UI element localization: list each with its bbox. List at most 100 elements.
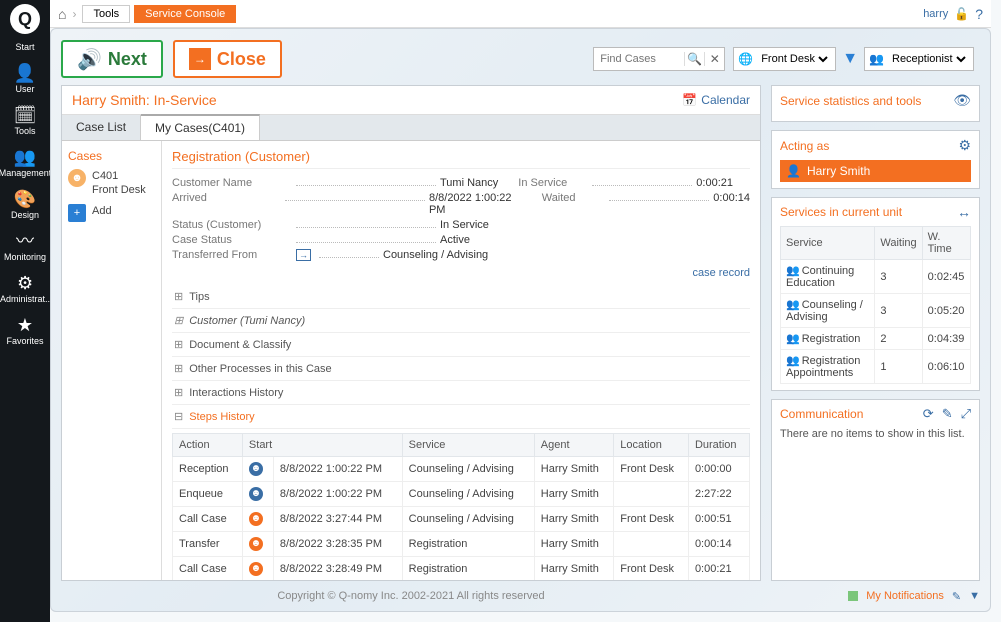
monitoring-icon: 〰 [16,232,34,250]
table-row[interactable]: 👥Registration Appointments10:06:10 [781,350,971,384]
rail-start[interactable]: Start [15,42,34,52]
table-row[interactable]: 👥Registration20:04:39 [781,328,971,350]
cell-start: 8/8/2022 3:28:49 PM [273,557,402,581]
acting-card: Acting as ⚙ Harry Smith [771,130,980,189]
role-select[interactable]: Receptionist [888,52,969,66]
k-transferred-from: Transferred From [172,249,292,261]
footer: Copyright © Q-nomy Inc. 2002-2021 All ri… [61,585,980,607]
communication-title: Communication [780,407,863,421]
next-button[interactable]: 🔊 Next [61,40,163,78]
main-panel: Harry Smith: In-Service Calendar Case Li… [61,85,761,581]
table-row[interactable]: Call Case☻8/8/2022 3:27:44 PMCounseling … [173,507,750,532]
cell-service: Counseling / Advising [402,482,534,507]
table-row[interactable]: 👥Counseling / Advising30:05:20 [781,294,971,328]
add-case-button[interactable]: + Add [68,204,155,222]
unit-select[interactable]: Front Desk [757,52,831,66]
cases-heading: Cases [68,149,155,163]
edit-notif-icon[interactable]: ✎ [952,590,961,603]
rail-start-label: Start [15,42,34,52]
services-card: Services in current unit ↔ Service Waitin… [771,197,980,391]
table-row[interactable]: Reception☻8/8/2022 1:00:22 PMCounseling … [173,457,750,482]
case-detail: Registration (Customer) Customer NameTum… [162,141,760,580]
cell-duration: 0:00:14 [688,532,749,557]
acc-customer[interactable]: Customer (Tumi Nancy) [172,309,750,333]
acc-tips[interactable]: Tips [172,285,750,309]
breadcrumb-tools[interactable]: Tools [82,5,130,23]
rail-management-label: Management [0,168,51,178]
rail-favorites[interactable]: ★Favorites [6,316,43,346]
tab-case-list[interactable]: Case List [62,115,141,140]
management-icon: 👥 [14,148,36,166]
logout-icon[interactable]: 🔓 [954,7,969,21]
cell-action: Enqueue [173,482,243,507]
clear-icon[interactable]: ✕ [704,52,724,66]
rail-monitoring[interactable]: 〰Monitoring [4,232,46,262]
acc-other-processes[interactable]: Other Processes in this Case [172,357,750,381]
rail-user[interactable]: 👤User [14,64,36,94]
cell-action: Transfer [173,532,243,557]
notifications-label[interactable]: My Notifications [866,590,944,602]
calendar-icon: 🗓 [14,106,37,124]
k-status-customer: Status (Customer) [172,219,292,231]
home-icon[interactable]: ⌂ [58,6,66,22]
services-title: Services in current unit [780,205,902,219]
services-table: Service Waiting W. Time 👥Continuing Educ… [780,226,971,384]
calendar-link[interactable]: Calendar [682,93,750,107]
acc-document[interactable]: Document & Classify [172,333,750,357]
link-out-icon[interactable]: → [296,249,311,261]
v-waited: 0:00:14 [713,192,750,204]
refresh-icon[interactable]: ⟳ [923,406,934,422]
cell-wtime: 0:02:45 [922,260,970,294]
acting-as-bar[interactable]: Harry Smith [780,160,971,182]
cell-service: Registration [402,532,534,557]
cell-face: ☻ [242,457,273,482]
cell-agent: Harry Smith [534,557,613,581]
k-in-service: In Service [518,177,588,189]
expand-icon[interactable]: ⤢ [961,406,971,422]
gear-icon: ⚙ [17,274,33,292]
help-icon[interactable]: ? [975,6,983,22]
acting-title: Acting as [780,139,829,153]
search-icon[interactable]: 🔍 [684,52,704,66]
k-case-status: Case Status [172,234,292,246]
eye-icon[interactable]: 👁 [953,92,971,109]
swap-icon[interactable]: ↔ [957,204,971,220]
svc-col-service: Service [781,227,875,260]
case-tabs: Case List My Cases(C401) [62,115,760,141]
col-location: Location [614,434,689,457]
table-row[interactable]: Transfer☻8/8/2022 3:28:35 PMRegistration… [173,532,750,557]
edit-icon[interactable]: ✎ [942,406,953,422]
filter-icon[interactable]: ▼ [842,50,858,68]
close-icon: → [189,48,211,70]
breadcrumb-service-console[interactable]: Service Console [134,5,236,23]
cell-service: 👥Registration [781,328,875,350]
tab-my-cases[interactable]: My Cases(C401) [141,114,260,140]
close-button[interactable]: → Close [173,40,282,78]
gear-icon[interactable]: ⚙ [958,137,971,154]
cell-service: Counseling / Advising [402,507,534,532]
k-waited: Waited [542,192,606,204]
acc-steps-history[interactable]: Steps History [172,405,750,429]
table-row[interactable]: 👥Continuing Education30:02:45 [781,260,971,294]
case-item-c401[interactable]: ☻ C401Front Desk [68,169,155,198]
cell-action: Call Case [173,507,243,532]
next-icon: 🔊 [77,47,102,72]
rail-design[interactable]: 🎨Design [11,190,39,220]
rail-admin[interactable]: ⚙Administrat.. [0,274,50,304]
case-record-link[interactable]: case record [172,267,750,279]
svc-col-waiting: Waiting [875,227,922,260]
table-row[interactable]: Call Case☻8/8/2022 3:28:49 PMRegistratio… [173,557,750,581]
filter-notif-icon[interactable]: ▼ [969,590,980,602]
cell-duration: 0:00:00 [688,457,749,482]
cell-duration: 0:00:51 [688,507,749,532]
case-face-icon: ☻ [68,169,86,187]
current-user: harry [923,8,948,20]
find-cases-input[interactable] [594,53,684,65]
rail-management[interactable]: 👥 Management [0,148,51,178]
case-item-text: C401Front Desk [92,169,146,198]
action-toolbar: 🔊 Next → Close 🔍 ✕ 🌐 Front Desk ▼ 👥 Rece… [61,39,980,79]
rail-tools[interactable]: 🗓Tools [14,106,37,136]
acc-interactions[interactable]: Interactions History [172,381,750,405]
unit-select-wrap: 🌐 Front Desk [733,47,836,71]
table-row[interactable]: Enqueue☻8/8/2022 1:00:22 PMCounseling / … [173,482,750,507]
